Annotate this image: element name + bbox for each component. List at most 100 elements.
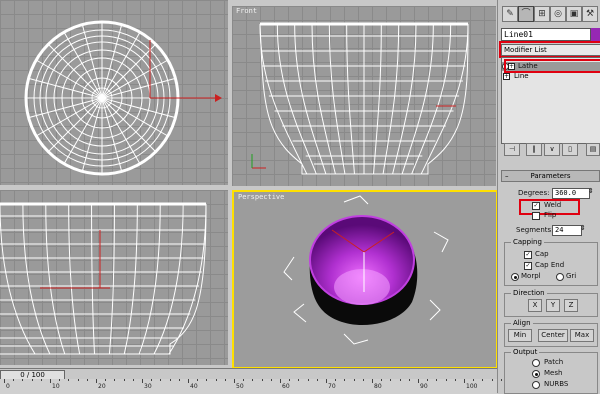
motion-icon[interactable]: ◎ bbox=[550, 6, 566, 22]
timeline-tick-mark bbox=[482, 379, 484, 381]
morph-radio[interactable] bbox=[511, 273, 519, 281]
output-nurbs-radio[interactable] bbox=[532, 381, 540, 389]
timeline-tick-mark bbox=[436, 379, 438, 381]
timeline-tick-mark bbox=[316, 379, 318, 381]
grid-radio[interactable] bbox=[556, 273, 564, 281]
timeline-tick-mark bbox=[372, 379, 373, 383]
timeline-ruler[interactable]: 0 10 20 30 40 50 60 70 80 90 100 bbox=[0, 379, 502, 394]
timeline-tick-mark bbox=[86, 379, 88, 381]
timeline-tick-mark bbox=[362, 379, 364, 381]
timeline-tick-mark bbox=[234, 379, 235, 383]
timeline-tick-mark bbox=[206, 379, 208, 381]
hierarchy-icon[interactable]: ⊞ bbox=[534, 6, 550, 22]
timeline-tick-mark bbox=[50, 379, 51, 383]
direction-title: Direction bbox=[511, 289, 547, 297]
modify-icon[interactable]: ⌒ bbox=[518, 6, 534, 22]
viewport-front[interactable]: Front bbox=[232, 6, 496, 186]
weld-checkbox[interactable]: ✓ bbox=[532, 202, 540, 210]
degrees-spinner-icon[interactable]: ⇕ bbox=[588, 187, 594, 195]
cap-start-checkbox[interactable]: ✓ bbox=[524, 251, 532, 259]
align-min-button[interactable]: Min bbox=[508, 329, 532, 342]
degrees-field[interactable]: 360.0 bbox=[552, 188, 590, 199]
timeline-tick-mark bbox=[68, 379, 70, 381]
show-end-result-icon[interactable]: ‖ bbox=[526, 143, 542, 156]
output-patch-label: Patch bbox=[544, 358, 564, 366]
timeline-tick-mark bbox=[399, 379, 401, 381]
timeline-tick-mark bbox=[13, 379, 15, 381]
segments-spinner-icon[interactable]: ⇕ bbox=[580, 224, 586, 232]
display-icon[interactable]: ▣ bbox=[566, 6, 582, 22]
stack-item-label: Line bbox=[514, 72, 529, 80]
direction-z-button[interactable]: Z bbox=[564, 299, 578, 312]
command-panel: ✎ ⌒ ⊞ ◎ ▣ ⚒ Line01 Modifier List + Lathe… bbox=[497, 0, 600, 394]
timeline-tick-mark bbox=[224, 379, 226, 381]
top-view-mesh bbox=[24, 20, 222, 176]
make-unique-icon[interactable]: ∨ bbox=[544, 143, 560, 156]
timeline-tick-mark bbox=[418, 379, 419, 383]
object-color-swatch[interactable] bbox=[591, 28, 600, 41]
timeline-tick-mark bbox=[4, 379, 5, 383]
timeline-tick-mark bbox=[40, 379, 42, 381]
timeline-tick-mark bbox=[132, 379, 134, 381]
timeline-tick-mark bbox=[289, 379, 291, 381]
timeline-tick-label: 70 bbox=[328, 383, 336, 390]
align-title: Align bbox=[511, 319, 533, 327]
collapse-icon: – bbox=[505, 172, 509, 180]
timeline-tick-mark bbox=[427, 379, 429, 381]
timeline-tick-mark bbox=[169, 379, 171, 381]
output-patch-radio[interactable] bbox=[532, 359, 540, 367]
timeline-tick-label: 0 bbox=[6, 383, 10, 390]
pin-stack-icon[interactable]: ⊣ bbox=[504, 143, 520, 156]
timeline-tick-mark bbox=[59, 379, 61, 381]
output-nurbs-label: NURBS bbox=[544, 380, 569, 388]
configure-sets-icon[interactable]: ▤ bbox=[586, 143, 600, 156]
timeline-tick-mark bbox=[151, 379, 153, 381]
timeline-tick-mark bbox=[261, 379, 263, 381]
align-center-button[interactable]: Center bbox=[538, 329, 568, 342]
timeline-tick-mark bbox=[473, 379, 475, 381]
timeline-tick-label: 100 bbox=[466, 383, 478, 390]
object-name-field[interactable]: Line01 bbox=[501, 28, 591, 41]
timeline-tick-label: 90 bbox=[420, 383, 428, 390]
timeline-tick-mark bbox=[381, 379, 383, 381]
timeline-tick-mark bbox=[280, 379, 281, 383]
timeline-tick-mark bbox=[454, 379, 456, 381]
timeline-tick-mark bbox=[77, 379, 79, 381]
parameters-rollout[interactable]: – Parameters bbox=[501, 170, 600, 182]
perspective-mesh bbox=[283, 195, 449, 345]
align-max-button[interactable]: Max bbox=[570, 329, 594, 342]
remove-modifier-icon[interactable]: ▯ bbox=[562, 143, 578, 156]
lathe-highlight bbox=[504, 59, 600, 73]
timeline-tick-mark bbox=[500, 379, 502, 381]
grid-label: Gri bbox=[566, 272, 577, 280]
capping-title: Capping bbox=[511, 238, 544, 246]
timeline-tick-label: 40 bbox=[190, 383, 198, 390]
timeline-tick-mark bbox=[445, 379, 447, 381]
utilities-icon[interactable]: ⚒ bbox=[582, 6, 598, 22]
output-mesh-label: Mesh bbox=[544, 369, 563, 377]
segments-field[interactable]: 24 bbox=[552, 225, 582, 236]
timeline-tick-mark bbox=[408, 379, 410, 381]
viewport-left[interactable] bbox=[0, 190, 228, 365]
timeline-tick-mark bbox=[114, 379, 116, 381]
output-mesh-radio[interactable] bbox=[532, 370, 540, 378]
viewport-perspective[interactable]: Perspective bbox=[232, 190, 498, 369]
stack-item-line[interactable]: + Line bbox=[502, 72, 600, 81]
flip-checkbox[interactable] bbox=[532, 212, 540, 220]
weld-label: Weld bbox=[544, 201, 562, 209]
create-icon[interactable]: ✎ bbox=[502, 6, 518, 22]
left-view-mesh bbox=[0, 202, 207, 355]
viewport-top[interactable] bbox=[0, 0, 228, 185]
cap-end-checkbox[interactable]: ✓ bbox=[524, 262, 532, 270]
segments-label: Segments: bbox=[516, 226, 554, 234]
timeline-tick-mark bbox=[123, 379, 125, 381]
timeline-tick-mark bbox=[31, 379, 33, 381]
timeline-tick-label: 10 bbox=[52, 383, 60, 390]
timeline-tick-mark bbox=[105, 379, 107, 381]
timeline-tick-mark bbox=[491, 379, 493, 381]
expand-icon[interactable]: + bbox=[503, 73, 510, 80]
direction-y-button[interactable]: Y bbox=[546, 299, 560, 312]
cap-start-label: Cap bbox=[535, 250, 549, 258]
direction-x-button[interactable]: X bbox=[528, 299, 542, 312]
timeline-tick-mark bbox=[178, 379, 180, 381]
